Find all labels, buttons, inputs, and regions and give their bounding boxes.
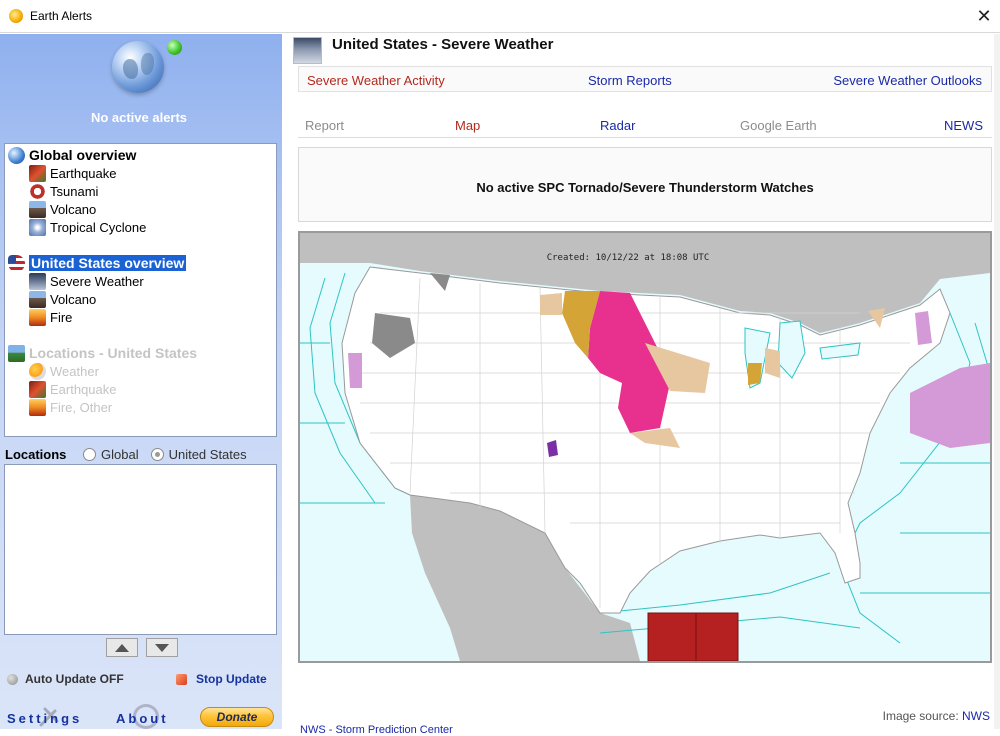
nav-radar[interactable]: Radar [600, 118, 635, 133]
title-bar: Earth Alerts ✕ [0, 0, 1000, 33]
tree-severe-weather[interactable]: Severe Weather [29, 272, 144, 290]
tree-tsunami[interactable]: Tsunami [29, 182, 98, 200]
tree-item-label: Weather [50, 363, 99, 379]
sidebar: No active alerts Global overview Earthqu… [0, 34, 282, 729]
tree-item-label: Fire, Other [50, 399, 113, 415]
fire-icon [29, 398, 46, 416]
severe-weather-header-icon [293, 37, 322, 64]
nav-google-earth[interactable]: Google Earth [740, 118, 817, 133]
tree-global-overview[interactable]: Global overview [8, 146, 136, 164]
tree-loc-earthquake[interactable]: Earthquake [29, 380, 117, 398]
tree-item-label: Earthquake [50, 381, 117, 397]
watch-status-box: No active SPC Tornado/Severe Thunderstor… [298, 147, 992, 222]
radio-dot[interactable] [83, 447, 96, 461]
nav-map[interactable]: Map [455, 118, 480, 133]
settings-link[interactable]: Settings [7, 711, 82, 726]
tree-item-label: Volcano [50, 291, 97, 307]
tree-fire[interactable]: Fire [29, 308, 72, 326]
auto-update-label: Auto Update OFF [25, 672, 124, 686]
footer-link-partial[interactable]: NWS - Storm Prediction Center [300, 724, 453, 736]
category-tree[interactable]: Global overview Earthquake Tsunami Volca… [4, 143, 277, 437]
tree-item-label: Fire [50, 309, 73, 325]
locations-label: Locations [5, 446, 67, 462]
move-down-button[interactable] [146, 638, 178, 657]
radio-dot[interactable] [150, 447, 164, 461]
nav-storm-reports[interactable]: Storm Reports [588, 73, 672, 88]
earthquake-icon [29, 380, 46, 398]
close-button[interactable]: ✕ [972, 4, 996, 28]
tree-tropical-cyclone[interactable]: Tropical Cyclone [29, 218, 146, 236]
window-title: Earth Alerts [30, 9, 93, 23]
tree-item-label: Tsunami [50, 183, 99, 199]
map-red-gulf-east [695, 612, 739, 661]
earthquake-icon [29, 164, 46, 182]
auto-update-status: Auto Update OFF [7, 672, 124, 686]
weather-icon [29, 362, 46, 380]
tree-earthquake[interactable]: Earthquake [29, 164, 117, 182]
locations-icon [8, 344, 25, 362]
tree-item-label: Global overview [29, 147, 137, 163]
stop-update-label: Stop Update [196, 672, 267, 686]
stop-icon [176, 673, 187, 685]
us-map-image: Created: 10/12/22 at 18:08 UTC [300, 233, 990, 661]
tree-item-label: Earthquake [50, 165, 117, 181]
radio-label: Global [101, 446, 139, 462]
tsunami-icon [29, 182, 46, 200]
donate-button[interactable]: Donate [200, 707, 274, 727]
fire-icon [29, 308, 46, 326]
primary-nav: Severe Weather Activity Storm Reports Se… [298, 66, 992, 92]
volcano-icon [29, 290, 46, 308]
about-link[interactable]: About [116, 711, 169, 726]
tree-item-label: Volcano [50, 201, 97, 217]
alert-status-area: No active alerts [0, 34, 282, 139]
radio-united-states[interactable]: United States [150, 446, 247, 462]
cyclone-icon [29, 218, 46, 236]
tree-loc-weather[interactable]: Weather [29, 362, 99, 380]
tree-us-overview[interactable]: United States overview [8, 254, 187, 272]
image-source-link[interactable]: NWS [962, 709, 990, 723]
page-title: United States - Severe Weather [332, 36, 554, 53]
arrow-down-icon [155, 643, 169, 652]
volcano-icon [29, 200, 46, 218]
radio-global[interactable]: Global [83, 447, 139, 462]
nav-report[interactable]: Report [305, 118, 344, 133]
stop-update-button[interactable]: Stop Update [176, 672, 267, 686]
arrow-up-icon [115, 643, 129, 652]
nav-severe-weather-activity[interactable]: Severe Weather Activity [307, 73, 445, 88]
map-created-label: Created: 10/12/22 at 18:08 UTC [547, 253, 710, 263]
tree-us-volcano[interactable]: Volcano [29, 290, 96, 308]
tree-item-label: Locations - United States [29, 345, 198, 361]
radio-label: United States [168, 446, 247, 462]
nav-severe-weather-outlooks[interactable]: Severe Weather Outlooks [833, 73, 982, 88]
severe-weather-icon [29, 272, 46, 290]
secondary-nav: Report Map Radar Google Earth NEWS [298, 112, 992, 138]
severe-weather-map[interactable]: Created: 10/12/22 at 18:08 UTC [298, 231, 992, 663]
locations-list[interactable] [4, 464, 277, 635]
alert-status-text: No active alerts [90, 110, 188, 125]
map-red-gulf-west [647, 612, 697, 661]
image-source-label: Image source: [882, 709, 959, 723]
nav-news[interactable]: NEWS [944, 118, 983, 133]
globe-icon [8, 146, 25, 164]
image-source: Image source: NWS [883, 709, 990, 723]
tree-item-label: United States overview [29, 255, 187, 271]
tree-locations-us[interactable]: Locations - United States [8, 344, 197, 362]
tree-loc-fire-other[interactable]: Fire, Other [29, 398, 112, 416]
watch-status-text: No active SPC Tornado/Severe Thunderstor… [476, 180, 814, 195]
globe-icon[interactable] [112, 41, 164, 93]
us-flag-icon [8, 254, 25, 272]
move-up-button[interactable] [106, 638, 138, 657]
status-led-icon [167, 40, 182, 55]
locations-row: Locations Global United States [5, 445, 280, 463]
tree-item-label: Severe Weather [50, 273, 144, 289]
app-sun-icon [9, 9, 23, 23]
main-pane: United States - Severe Weather Severe We… [282, 34, 1000, 736]
tree-volcano[interactable]: Volcano [29, 200, 96, 218]
auto-update-led-icon [7, 673, 18, 685]
tree-item-label: Tropical Cyclone [50, 219, 147, 235]
vertical-scrollbar[interactable] [994, 34, 1000, 729]
